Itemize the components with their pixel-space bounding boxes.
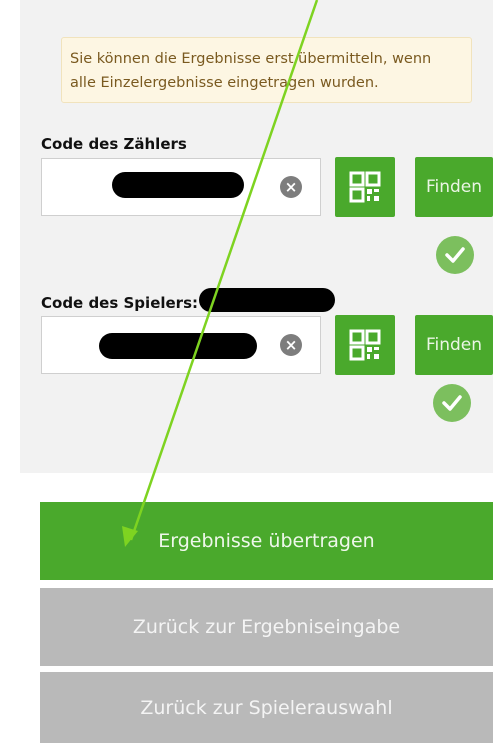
redacted-value [99,333,257,359]
submit-results-button[interactable]: Ergebnisse übertragen [40,502,493,580]
qr-code-icon [349,329,381,361]
redacted-player-name [199,288,335,312]
redacted-value [112,172,244,198]
clear-counter-code-icon[interactable]: × [280,176,302,198]
check-circle-icon [436,236,474,274]
qr-code-icon [349,171,381,203]
scan-counter-qr-button[interactable] [335,157,395,217]
back-to-results-button[interactable]: Zurück zur Ergebniseingabe [40,588,493,666]
scan-player-qr-button[interactable] [335,315,395,375]
check-circle-icon [433,384,471,422]
info-notice: Sie können die Ergebnisse erst übermitte… [61,37,472,103]
player-code-label: Code des Spielers: [41,294,199,312]
player-code-input[interactable]: × [41,316,321,374]
counter-code-label: Code des Zählers [41,135,187,153]
find-counter-button[interactable]: Finden [415,157,493,217]
find-player-button[interactable]: Finden [415,315,493,375]
clear-player-code-icon[interactable]: × [280,334,302,356]
notice-line-1: Sie können die Ergebnisse erst übermitte… [70,51,432,67]
counter-code-input[interactable]: × [41,158,321,216]
notice-line-2: alle Einzelergebnisse eingetragen wurden… [70,75,379,91]
back-to-players-button[interactable]: Zurück zur Spielerauswahl [40,672,493,743]
